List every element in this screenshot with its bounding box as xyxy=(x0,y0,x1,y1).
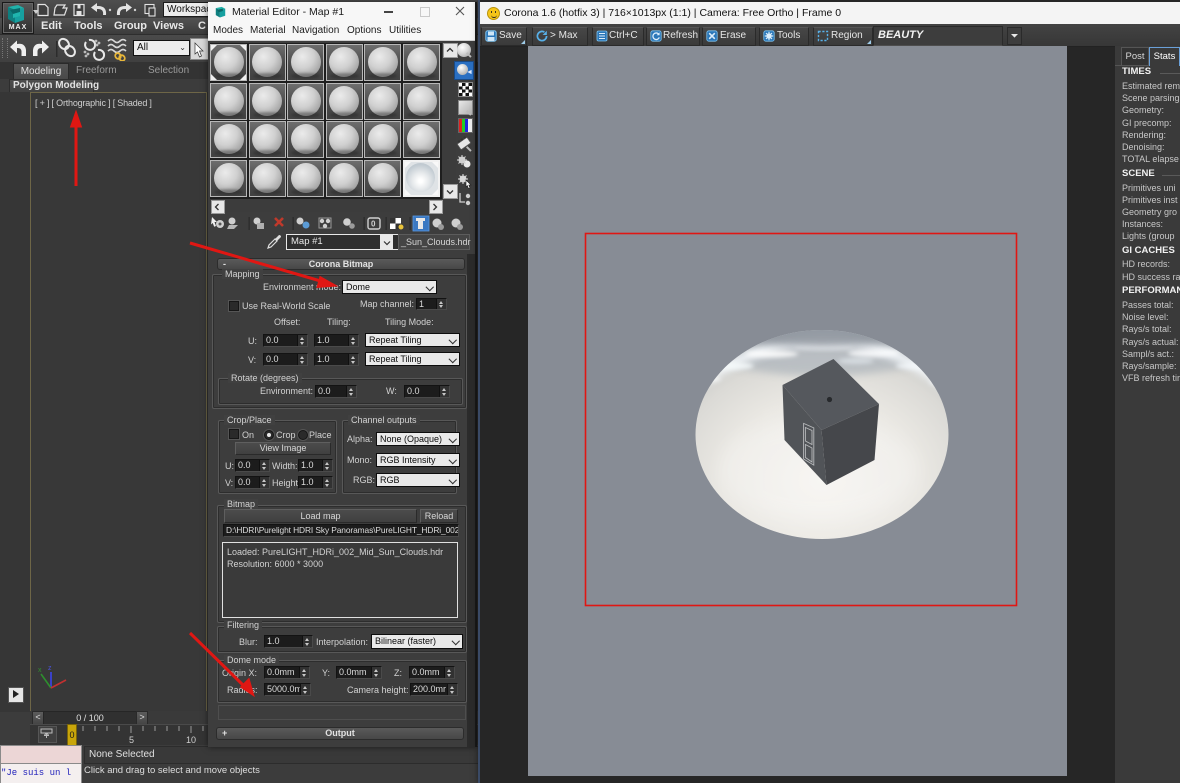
svg-text:0: 0 xyxy=(371,220,376,229)
svg-text:z: z xyxy=(48,665,52,672)
svg-text:5: 5 xyxy=(129,735,134,745)
svg-text:x: x xyxy=(38,667,42,674)
svg-text:10: 10 xyxy=(186,735,196,745)
